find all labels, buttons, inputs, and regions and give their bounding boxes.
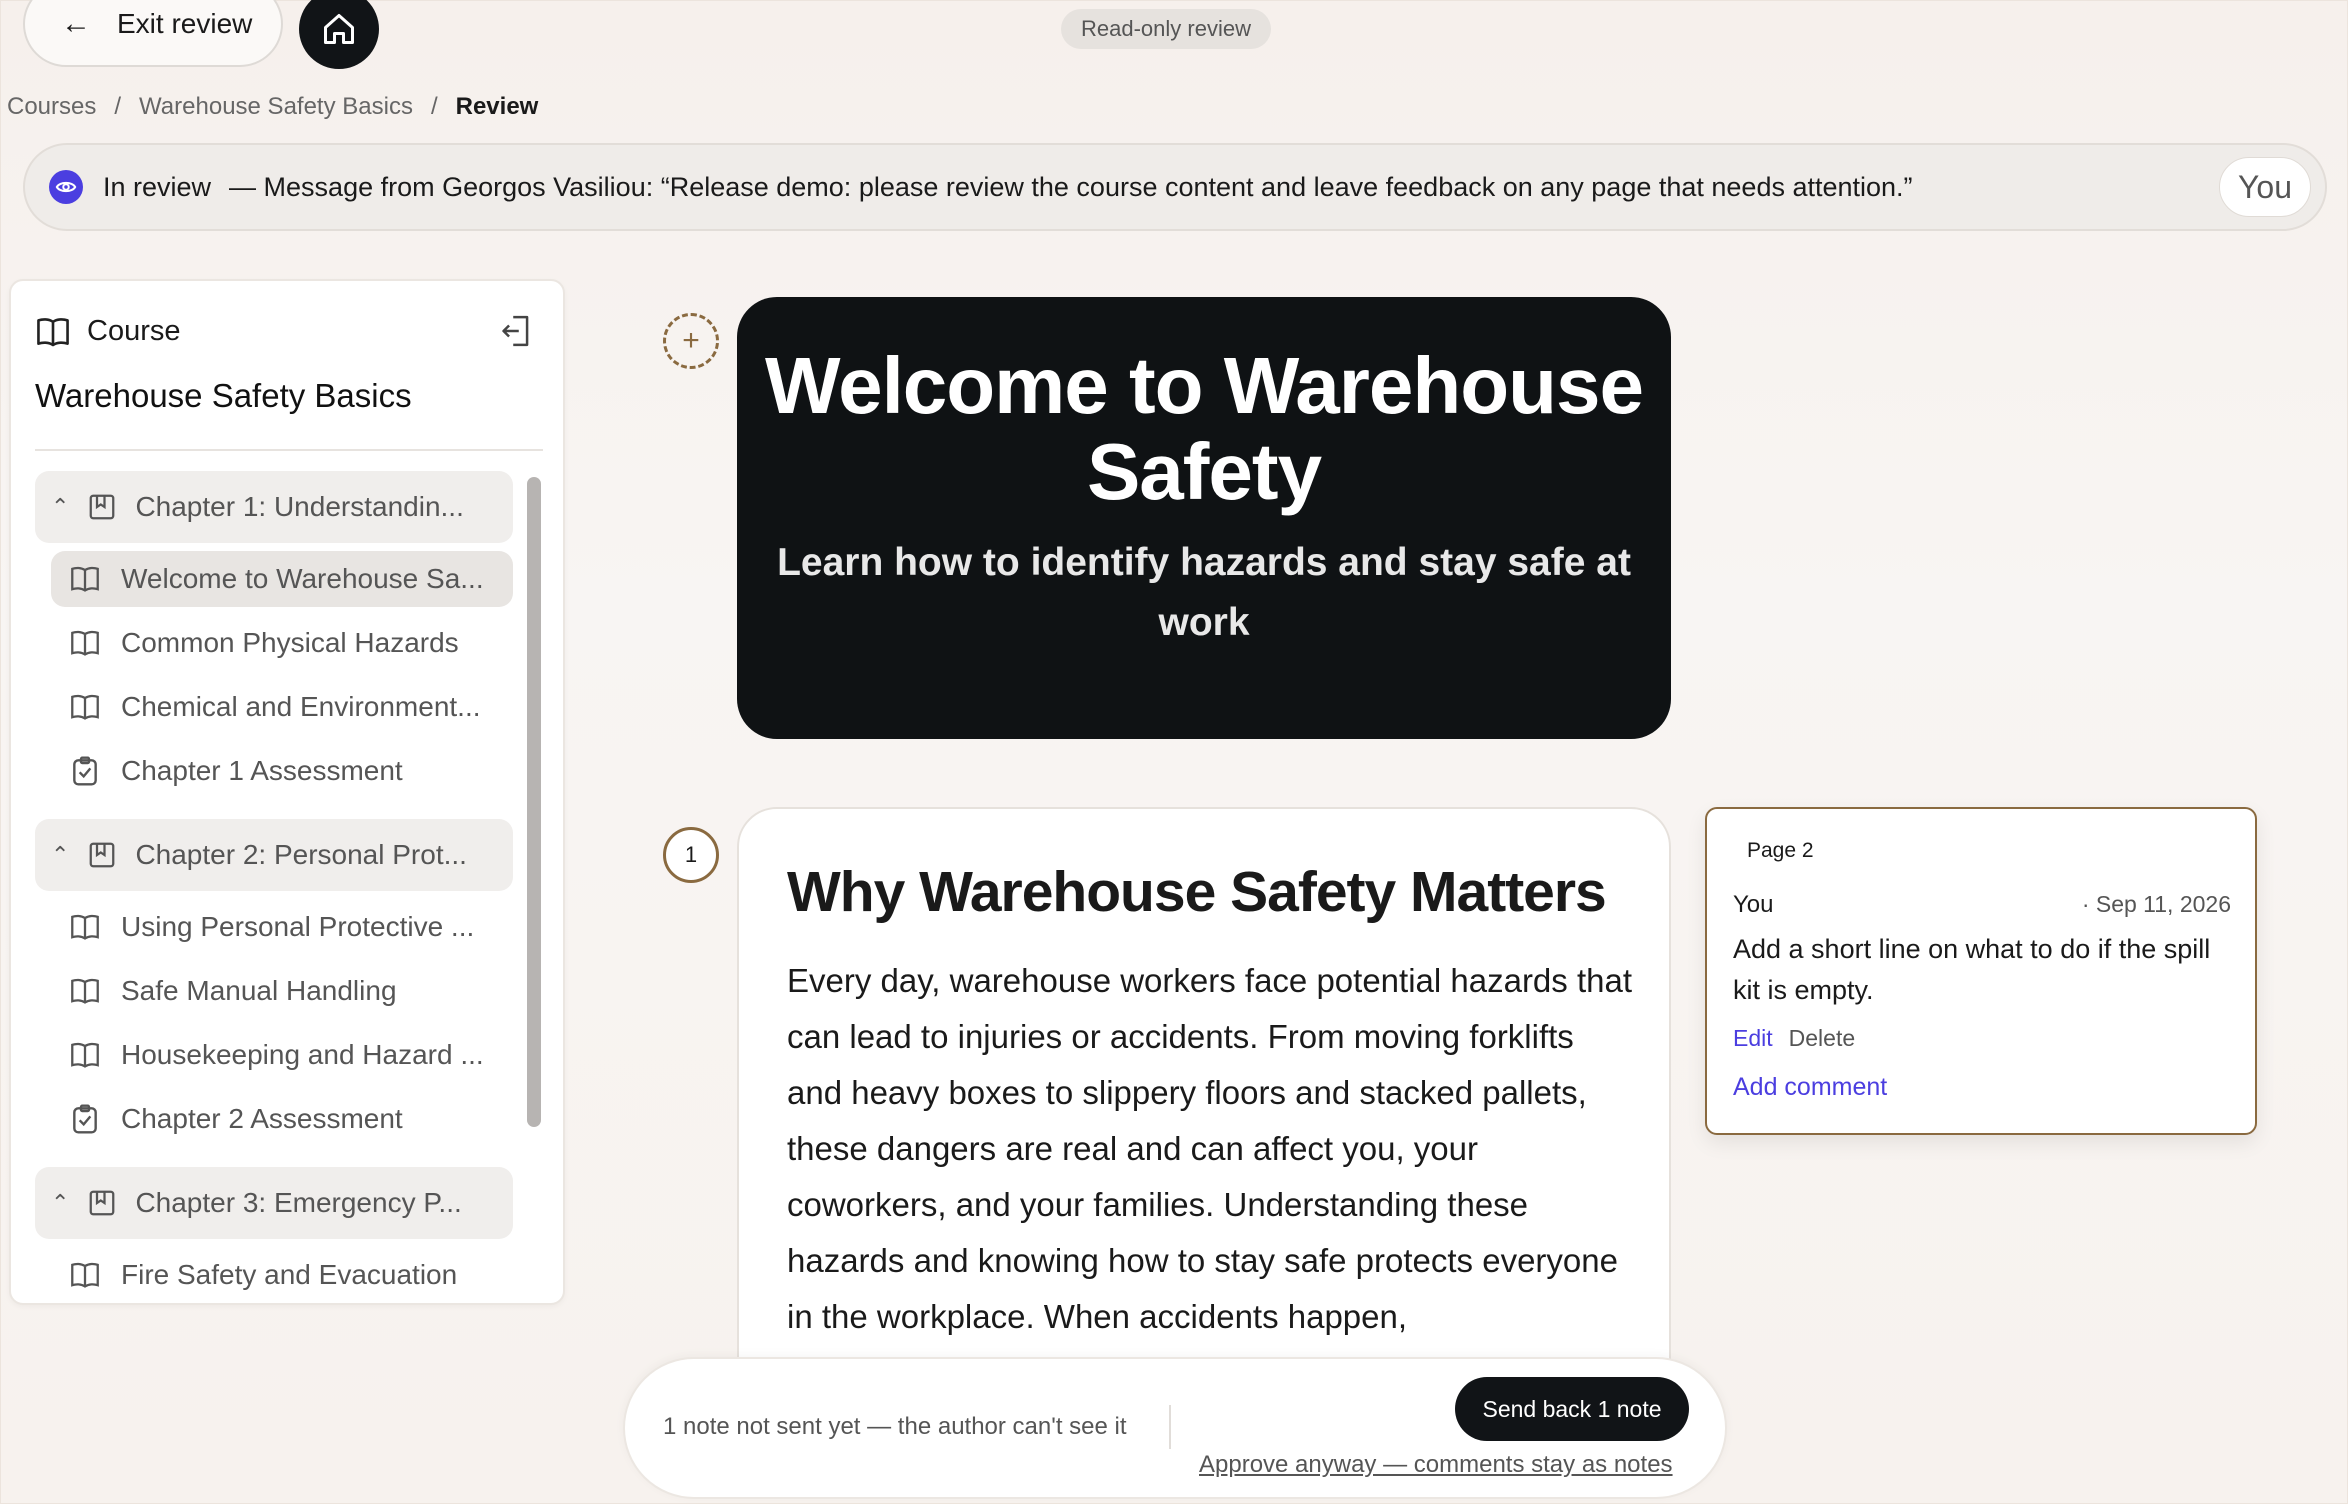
- chapter-label: Chapter 1: Understandin...: [135, 491, 464, 522]
- bookmark-icon: [90, 494, 115, 520]
- lesson-label: Common Physical Hazards: [121, 627, 459, 658]
- lesson-manual-handling[interactable]: Safe Manual Handling: [51, 963, 513, 1019]
- bookmark-icon: [90, 1190, 115, 1216]
- breadcrumb-separator: /: [114, 93, 122, 120]
- book-icon: [71, 978, 99, 1004]
- sidebar-scrollbar[interactable]: [527, 477, 541, 1127]
- breadcrumb-courses[interactable]: Courses: [7, 93, 96, 121]
- page-body: Every day, warehouse workers face potent…: [787, 962, 1632, 1335]
- course-title: Warehouse Safety Basics: [35, 377, 412, 414]
- review-page: ← Exit review Read-only review Courses /…: [0, 0, 2348, 1504]
- action-bar-divider: [1169, 1405, 1171, 1449]
- sidebar-header: Course: [35, 315, 181, 348]
- review-status: In review: [103, 171, 212, 202]
- sidebar-heading: Course: [87, 315, 181, 347]
- chapter-2-item[interactable]: ⌃ Chapter 2: Personal Prot...: [35, 819, 513, 891]
- breadcrumb-separator: /: [430, 93, 438, 120]
- lesson-label: Chemical and Environment...: [121, 691, 481, 722]
- breadcrumb: Courses / Warehouse Safety Basics / Revi…: [7, 93, 538, 121]
- plus-icon: +: [682, 324, 700, 357]
- lesson-label: Welcome to Warehouse Sa...: [121, 563, 484, 594]
- comment-text: Add a short line on what to do if the sp…: [1733, 934, 2211, 1005]
- home-icon: [324, 14, 354, 44]
- comment-count-marker[interactable]: 1: [663, 827, 719, 883]
- arrow-left-icon: ←: [61, 7, 91, 40]
- lesson-label: Using Personal Protective ...: [121, 911, 475, 942]
- add-comment-marker[interactable]: +: [663, 313, 719, 369]
- home-button[interactable]: [299, 0, 379, 69]
- bookmark-icon: [90, 842, 115, 868]
- chevron-up-icon: ⌃: [51, 494, 70, 519]
- clipboard-check-icon: [73, 1104, 97, 1134]
- chevron-up-icon: ⌃: [51, 842, 70, 867]
- lesson-welcome[interactable]: Welcome to Warehouse Sa...: [51, 551, 513, 607]
- collapse-sidebar-button[interactable]: [499, 313, 533, 354]
- breadcrumb-course[interactable]: Warehouse Safety Basics: [139, 93, 413, 121]
- edit-comment-link[interactable]: Edit: [1733, 1025, 1773, 1052]
- add-comment-link[interactable]: Add comment: [1733, 1073, 1887, 1102]
- book-open-icon: [37, 317, 69, 346]
- page-title: Why Warehouse Safety Matters: [787, 860, 1607, 924]
- delete-comment-link[interactable]: Delete: [1789, 1025, 1855, 1052]
- approve-anyway-link[interactable]: Approve anyway — comments stay as notes: [1199, 1451, 1673, 1479]
- hero-title: Welcome to Warehouse Safety: [765, 341, 1644, 516]
- exit-review-button[interactable]: ← Exit review: [23, 0, 283, 67]
- lesson-label: Safe Manual Handling: [121, 975, 397, 1006]
- breadcrumb-current: Review: [455, 93, 539, 120]
- content-page-card: Why Warehouse Safety Matters Every day, …: [737, 807, 1671, 1367]
- comment-date: · Sep 11, 2026: [2081, 891, 2231, 917]
- assessment-label: Chapter 1 Assessment: [121, 755, 403, 786]
- course-sidebar: Course Warehouse Safety Basics ⌃ Chapter…: [9, 279, 565, 1305]
- clipboard-check-icon: [73, 756, 97, 786]
- lesson-ppe[interactable]: Using Personal Protective ...: [51, 899, 513, 955]
- chevron-up-icon: ⌃: [51, 1190, 70, 1215]
- review-action-bar: 1 note not sent yet — the author can't s…: [623, 1357, 1727, 1499]
- lesson-chemical[interactable]: Chemical and Environment...: [51, 679, 513, 735]
- eye-icon: [49, 170, 83, 204]
- sidebar-divider: [35, 449, 543, 451]
- book-icon: [71, 1262, 99, 1288]
- course-outline: ⌃ Chapter 1: Understandin... Welcome to …: [11, 471, 531, 1303]
- sidebar-exit-icon: [502, 315, 529, 347]
- chapter-label: Chapter 2: Personal Prot...: [135, 839, 467, 870]
- lesson-housekeeping[interactable]: Housekeeping and Hazard ...: [51, 1027, 513, 1083]
- comment-card: Page 2 You · Sep 11, 2026 Add a short li…: [1705, 807, 2257, 1135]
- exit-review-label: Exit review: [117, 8, 253, 39]
- comment-actions: Edit Delete: [1733, 1025, 1855, 1052]
- user-chip[interactable]: You: [2219, 157, 2311, 217]
- unsent-notes-status: 1 note not sent yet — the author can't s…: [663, 1413, 1127, 1440]
- chapter-3-item[interactable]: ⌃ Chapter 3: Emergency P...: [35, 1167, 513, 1239]
- assessment-label: Chapter 2 Assessment: [121, 1103, 403, 1134]
- assessment-chapter-2[interactable]: Chapter 2 Assessment: [51, 1091, 513, 1147]
- chapter-1-item[interactable]: ⌃ Chapter 1: Understandin...: [35, 471, 513, 543]
- book-icon: [71, 1042, 99, 1068]
- review-message: — Message from Georgos Vasiliou: “Releas…: [229, 171, 1913, 202]
- book-icon: [71, 566, 99, 592]
- send-back-button[interactable]: Send back 1 note: [1455, 1377, 1689, 1441]
- assessment-chapter-1[interactable]: Chapter 1 Assessment: [51, 743, 513, 799]
- book-icon: [71, 630, 99, 656]
- book-icon: [71, 694, 99, 720]
- review-banner: In review — Message from Georgos Vasilio…: [23, 143, 2327, 231]
- lesson-physical-hazards[interactable]: Common Physical Hazards: [51, 615, 513, 671]
- book-icon: [71, 914, 99, 940]
- readonly-badge: Read-only review: [1061, 9, 1271, 49]
- hero-subtitle: Learn how to identify hazards and stay s…: [777, 541, 1631, 644]
- chapter-label: Chapter 3: Emergency P...: [135, 1187, 462, 1218]
- lesson-fire-safety[interactable]: Fire Safety and Evacuation: [51, 1247, 513, 1303]
- lesson-label: Fire Safety and Evacuation: [121, 1259, 458, 1290]
- comment-author: You: [1733, 891, 1774, 918]
- comment-page-label: Page 2: [1747, 839, 1814, 862]
- welcome-hero-card: Welcome to Warehouse Safety Learn how to…: [737, 297, 1671, 739]
- lesson-label: Housekeeping and Hazard ...: [121, 1039, 484, 1070]
